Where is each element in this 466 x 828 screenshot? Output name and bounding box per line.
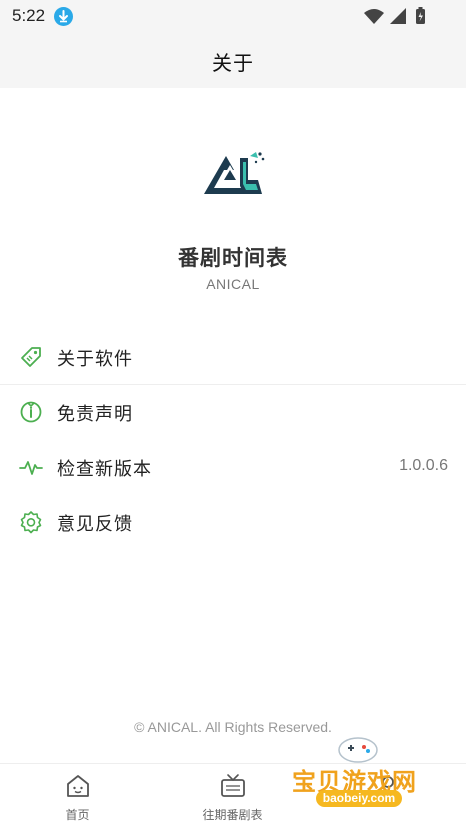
pulse-icon (19, 461, 43, 475)
nav-label: 首页 (65, 808, 90, 822)
menu-label: 意见反馈 (57, 514, 133, 534)
menu-label: 关于软件 (57, 349, 133, 369)
menu-item-feedback[interactable]: 意见反馈 (0, 495, 466, 550)
gamepad-icon (338, 737, 378, 763)
download-icon (54, 7, 73, 26)
menu-item-disclaimer[interactable]: 免责声明 (0, 385, 466, 440)
app-subtitle: ANICAL (206, 276, 260, 292)
app-name: 番剧时间表 (178, 247, 288, 270)
info-badge-icon (20, 401, 42, 423)
app-logo (204, 152, 265, 194)
app-bar: 关于 (0, 32, 466, 88)
page-title: 关于 (212, 53, 254, 75)
version-value: 1.0.0.6 (399, 457, 448, 474)
settings-menu: 关于软件 免责声明 检查新版本 1.0.0.6 意见反馈 (0, 330, 466, 550)
status-time: 5:22 (12, 6, 46, 25)
watermark-logo: 宝贝游戏网 baobeiy.com (286, 732, 436, 824)
menu-label: 免责声明 (57, 404, 133, 424)
watermark-url: baobeiy.com (316, 790, 402, 807)
system-status-icons (364, 7, 425, 24)
settings-gear-icon (20, 511, 42, 534)
menu-item-about-software[interactable]: 关于软件 (0, 330, 466, 385)
home-icon (66, 775, 89, 797)
status-bar: 5:22 (0, 0, 466, 32)
menu-label: 检查新版本 (57, 459, 152, 479)
tag-icon (21, 347, 41, 367)
menu-item-check-update[interactable]: 检查新版本 1.0.0.6 (0, 440, 466, 495)
nav-item-home[interactable]: 首页 (0, 764, 155, 828)
tv-icon (220, 774, 245, 797)
